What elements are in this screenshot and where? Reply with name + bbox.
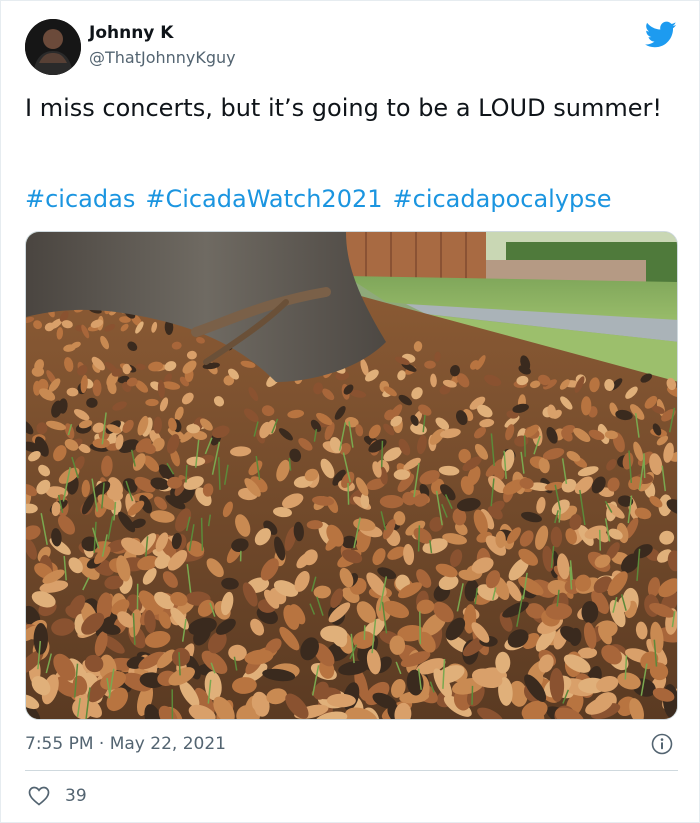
tweet-timestamp[interactable]: 7:55 PM · May 22, 2021 bbox=[25, 734, 226, 754]
tweet-photo[interactable] bbox=[25, 231, 678, 720]
grass-blade bbox=[347, 482, 350, 505]
grass-blade bbox=[643, 453, 646, 479]
hashtag-list: #cicadas #CicadaWatch2021 #cicadapocalypse bbox=[25, 184, 675, 215]
author-name[interactable]: Johnny K bbox=[89, 23, 174, 43]
author-handle[interactable]: @ThatJohnnyKguy bbox=[89, 48, 236, 67]
divider bbox=[25, 770, 678, 771]
hashtag-link[interactable]: #CicadaWatch2021 bbox=[145, 185, 382, 213]
like-action[interactable]: 39 bbox=[27, 784, 87, 808]
twitter-bird-icon[interactable] bbox=[644, 21, 677, 49]
like-count: 39 bbox=[65, 786, 87, 806]
cicada-shell bbox=[86, 397, 98, 408]
grass-blade bbox=[598, 529, 602, 551]
hashtag-link[interactable]: #cicadas bbox=[25, 185, 135, 213]
grass-blade bbox=[417, 525, 421, 552]
heart-icon[interactable] bbox=[27, 784, 51, 808]
grass-blade bbox=[523, 435, 526, 457]
grass-blade bbox=[380, 440, 384, 468]
grass-blade bbox=[185, 464, 188, 483]
avatar[interactable] bbox=[25, 19, 81, 75]
cicada-shell bbox=[33, 622, 49, 655]
grass-blade bbox=[419, 611, 422, 645]
tweet-text: I miss concerts, but it’s going to be a … bbox=[25, 94, 662, 122]
tweet-card: Johnny K @ThatJohnnyKguy I miss concerts… bbox=[0, 0, 700, 823]
grass-blade bbox=[200, 517, 204, 551]
hashtag-link[interactable]: #cicadapocalypse bbox=[393, 185, 612, 213]
info-icon[interactable] bbox=[651, 733, 673, 755]
grass-blade bbox=[471, 685, 474, 705]
cicada-shell bbox=[495, 651, 511, 674]
